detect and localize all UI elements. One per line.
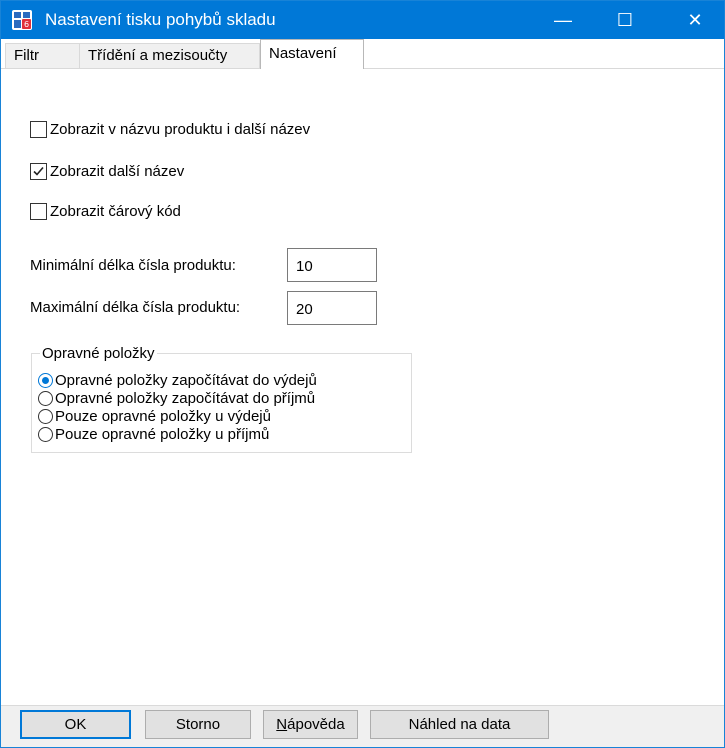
checkbox-show-alt-name-in-product[interactable]: Zobrazit v názvu produktu i další název: [30, 121, 310, 138]
dialog-window: 6 Nastavení tisku pohybů skladu — ☐ ✕ Fi…: [0, 0, 725, 748]
close-icon: ✕: [687, 9, 703, 30]
maximize-button[interactable]: ☐: [602, 1, 648, 39]
radio-button[interactable]: [38, 373, 53, 388]
help-button[interactable]: Nápověda: [263, 710, 358, 739]
window-title: Nastavení tisku pohybů skladu: [45, 10, 276, 29]
radio-label: Opravné položky započítávat do výdejů: [55, 372, 317, 389]
radio-button[interactable]: [38, 391, 53, 406]
help-label: ápověda: [287, 716, 345, 733]
radio-label: Opravné položky započítávat do příjmů: [55, 390, 316, 407]
button-bar: OK Storno Nápověda Náhled na data: [1, 705, 724, 747]
tab-strip: Filtr Třídění a mezisoučty Nastavení: [1, 39, 724, 69]
radio-include-in-receipts[interactable]: Opravné položky započítávat do příjmů: [38, 390, 315, 407]
group-title: Opravné položky: [42, 345, 155, 362]
checkbox-show-alt-name[interactable]: Zobrazit další název: [30, 163, 184, 180]
settings-panel: Zobrazit v názvu produktu i další název …: [1, 69, 724, 705]
minimize-icon: —: [554, 9, 572, 30]
tab-trideni[interactable]: Třídění a mezisoučty: [79, 43, 260, 68]
checkbox-box[interactable]: [30, 163, 47, 180]
radio-label: Pouze opravné položky u výdejů: [55, 408, 271, 425]
checkmark-icon: [33, 166, 44, 176]
radio-include-in-issues[interactable]: Opravné položky započítávat do výdejů: [38, 372, 317, 389]
max-length-label: Maximální délka čísla produktu:: [30, 299, 241, 316]
max-length-input[interactable]: 20: [287, 291, 377, 325]
minimize-button[interactable]: —: [540, 1, 586, 39]
checkbox-label: Zobrazit čárový kód: [50, 203, 181, 220]
radio-label: Pouze opravné položky u příjmů: [55, 426, 270, 443]
min-length-label: Minimální délka čísla produktu:: [30, 257, 236, 274]
radio-only-receipts[interactable]: Pouze opravné položky u příjmů: [38, 426, 269, 443]
help-mnemonic: N: [276, 716, 288, 733]
app-icon: 6: [12, 10, 32, 30]
close-button[interactable]: ✕: [672, 1, 718, 39]
radio-button[interactable]: [38, 427, 53, 442]
checkbox-box[interactable]: [30, 203, 47, 220]
ok-button[interactable]: OK: [20, 710, 131, 739]
svg-text:6: 6: [24, 20, 29, 29]
tab-filtr[interactable]: Filtr: [5, 43, 85, 68]
maximize-icon: ☐: [616, 9, 634, 30]
tab-nastaveni[interactable]: Nastavení: [260, 39, 364, 69]
radio-button[interactable]: [38, 409, 53, 424]
min-length-input[interactable]: 10: [287, 248, 377, 282]
checkbox-box[interactable]: [30, 121, 47, 138]
checkbox-label: Zobrazit další název: [50, 163, 185, 180]
cancel-button[interactable]: Storno: [145, 710, 251, 739]
title-bar[interactable]: 6 Nastavení tisku pohybů skladu — ☐ ✕: [1, 1, 724, 39]
checkbox-label: Zobrazit v názvu produktu i další název: [50, 121, 311, 138]
preview-data-button[interactable]: Náhled na data: [370, 710, 549, 739]
checkbox-show-barcode[interactable]: Zobrazit čárový kód: [30, 203, 181, 220]
radio-only-issues[interactable]: Pouze opravné položky u výdejů: [38, 408, 271, 425]
